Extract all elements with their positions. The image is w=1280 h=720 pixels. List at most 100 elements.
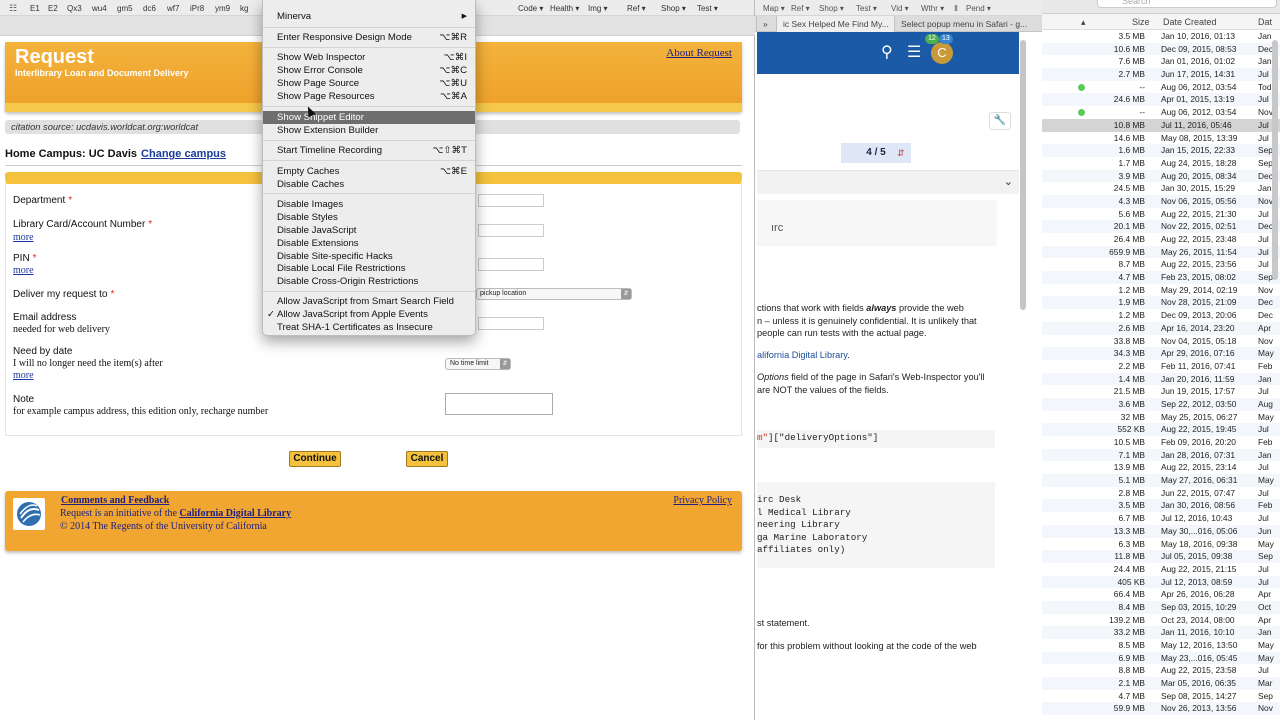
comments-feedback-link[interactable]: Comments and Feedback — [61, 495, 169, 506]
cdl-footer-link[interactable]: California Digital Library — [179, 508, 291, 519]
bookmark-item[interactable]: Map ▾ — [763, 4, 785, 13]
menu-item-disable-local-file-restrictions[interactable]: Disable Local File Restrictions — [263, 262, 475, 275]
menu-item-show-error-console[interactable]: Show Error Console ⌥⌘C — [263, 64, 475, 77]
file-row[interactable]: 1.6 MB Jan 15, 2015, 22:33 Sep — [1041, 144, 1280, 157]
wrench-icon[interactable]: 🔧 — [989, 112, 1011, 130]
bookmark-item[interactable]: Code ▾ — [518, 4, 543, 13]
file-row[interactable]: 4.7 MB Feb 23, 2015, 08:02 Sep — [1041, 271, 1280, 284]
file-row[interactable]: 66.4 MB Apr 26, 2016, 06:28 Apr — [1041, 588, 1280, 601]
bookmark-item[interactable]: dc6 — [143, 4, 156, 13]
library-card-input[interactable] — [478, 224, 544, 237]
bookmark-item[interactable]: Ⅱ — [954, 4, 958, 13]
file-row[interactable]: 3.6 MB Sep 22, 2012, 03:50 Aug — [1041, 397, 1280, 411]
tab-select-popup[interactable]: Select popup menu in Safari - g... — [894, 16, 1044, 32]
file-row[interactable]: 10.8 MB Jul 11, 2016, 05:46 Jul — [1041, 118, 1280, 132]
menu-item-treat-sha-1-certificates-as-insecure[interactable]: Treat SHA-1 Certificates as Insecure — [263, 321, 475, 334]
file-row[interactable]: 14.6 MB May 08, 2015, 13:39 Jul — [1041, 132, 1280, 145]
menu-item-show-page-source[interactable]: Show Page Source ⌥⌘U — [263, 77, 475, 90]
note-textarea[interactable] — [445, 393, 553, 415]
file-row[interactable]: 7.1 MB Jan 28, 2016, 07:31 Jan — [1041, 448, 1280, 462]
bookmark-item[interactable]: kg — [240, 4, 248, 13]
file-row[interactable]: 8.4 MB Sep 03, 2015, 10:29 Oct — [1041, 600, 1280, 614]
file-row[interactable]: 8.5 MB May 12, 2016, 13:50 May — [1041, 639, 1280, 652]
file-row[interactable]: 2.7 MB Jun 17, 2015, 14:31 Jul — [1041, 68, 1280, 81]
deliver-select[interactable]: pickup location ⇵ — [476, 288, 632, 300]
bookmark-item[interactable]: wf7 — [167, 4, 179, 13]
grid-icon[interactable]: ☷ — [9, 3, 17, 14]
file-row[interactable]: 4.3 MB Nov 06, 2015, 05:56 Nov — [1041, 194, 1280, 208]
file-row[interactable]: 24.6 MB Apr 01, 2015, 13:19 Jul — [1041, 93, 1280, 107]
sort-arrow-icon[interactable]: ▴ — [1081, 17, 1086, 28]
pin-more-link[interactable]: more — [13, 265, 34, 276]
bookmark-item[interactable]: E1 — [30, 4, 40, 13]
file-row[interactable]: 5.6 MB Aug 22, 2015, 21:30 Jul — [1041, 208, 1280, 221]
finder-search-input[interactable]: Search — [1097, 0, 1277, 8]
bookmark-item[interactable]: Qx3 — [67, 4, 82, 13]
file-row[interactable]: 11.8 MB Jul 05, 2015, 09:38 Sep — [1041, 550, 1280, 563]
file-row[interactable]: 8.7 MB Aug 22, 2015, 23:56 Jul — [1041, 258, 1280, 271]
menu-item-start-timeline-recording[interactable]: Start Timeline Recording ⌥⇧⌘T — [263, 144, 475, 157]
file-row[interactable]: 59.9 MB Nov 26, 2013, 13:56 Nov — [1041, 702, 1280, 716]
bookmark-item[interactable]: gm5 — [117, 4, 133, 13]
bookmark-item[interactable]: Ref ▾ — [791, 4, 810, 13]
continue-button[interactable]: Continue — [289, 451, 341, 467]
menu-item-enter-responsive-design-mode[interactable]: Enter Responsive Design Mode ⌥⌘R — [263, 31, 475, 44]
file-row[interactable]: 6.3 MB May 18, 2016, 09:38 May — [1041, 538, 1280, 551]
file-row[interactable]: 6.7 MB Jul 12, 2016, 10:43 Jul — [1041, 512, 1280, 525]
column-date-modified[interactable]: Dat — [1258, 17, 1272, 27]
file-row[interactable]: 13.9 MB Aug 22, 2015, 23:14 Jul — [1041, 461, 1280, 474]
column-size[interactable]: Size — [1132, 17, 1150, 27]
menu-item-disable-images[interactable]: Disable Images — [263, 198, 475, 211]
file-row[interactable]: 659.9 MB May 26, 2015, 11:54 Jul — [1041, 245, 1280, 259]
menu-item-minerva[interactable]: Minerva ▶ — [263, 10, 475, 23]
collapsible-section[interactable]: ⌄ — [757, 170, 1019, 194]
file-row[interactable]: 552 KB Aug 22, 2015, 19:45 Jul — [1041, 423, 1280, 436]
pin-input[interactable] — [478, 258, 544, 271]
file-row[interactable]: 24.4 MB Aug 22, 2015, 21:15 Jul — [1041, 563, 1280, 576]
menu-item-show-web-inspector[interactable]: Show Web Inspector ⌥⌘I — [263, 51, 475, 64]
menu-item-empty-caches[interactable]: Empty Caches ⌥⌘E — [263, 165, 475, 178]
menu-item-allow-javascript-from-smart-search-field[interactable]: Allow JavaScript from Smart Search Field — [263, 295, 475, 308]
file-row[interactable]: 405 KB Jul 12, 2013, 08:59 Jul — [1041, 575, 1280, 589]
menu-item-disable-extensions[interactable]: Disable Extensions — [263, 237, 475, 250]
file-row[interactable]: 10.6 MB Dec 09, 2015, 08:53 Dec — [1041, 42, 1280, 56]
file-row[interactable]: 3.9 MB Aug 20, 2015, 08:34 Dec — [1041, 169, 1280, 183]
bookmark-item[interactable]: E2 — [48, 4, 58, 13]
privacy-policy-link[interactable]: Privacy Policy — [673, 495, 732, 506]
menu-hamburger-icon[interactable]: ☰ — [907, 42, 921, 62]
file-row[interactable]: 26.4 MB Aug 22, 2015, 23:48 Jul — [1041, 233, 1280, 246]
bookmark-item[interactable]: Test ▾ — [856, 4, 877, 13]
bookmark-item[interactable]: Pend ▾ — [966, 4, 991, 13]
cancel-button[interactable]: Cancel — [406, 451, 448, 467]
file-row[interactable]: 2.8 MB Jun 22, 2015, 07:47 Jul — [1041, 487, 1280, 500]
file-row[interactable]: 21.5 MB Jun 19, 2015, 17:57 Jul — [1041, 385, 1280, 398]
file-row[interactable]: 33.8 MB Nov 04, 2015, 05:18 Nov — [1041, 335, 1280, 348]
bookmark-item[interactable]: Img ▾ — [588, 4, 608, 13]
chevron-down-icon[interactable]: ⌄ — [1004, 175, 1013, 188]
finder-scrollbar[interactable] — [1272, 40, 1278, 280]
search-icon[interactable]: ⚲ — [881, 42, 893, 62]
file-row[interactable]: 5.1 MB May 27, 2016, 06:31 May — [1041, 474, 1280, 487]
file-row[interactable]: 3.5 MB Jan 10, 2016, 01:13 Jan — [1041, 30, 1280, 43]
file-row[interactable]: 2.2 MB Feb 11, 2016, 07:41 Feb — [1041, 360, 1280, 373]
menu-item-show-snippet-editor[interactable]: Show Snippet Editor — [263, 111, 475, 124]
file-row[interactable]: 2.1 MB Mar 05, 2016, 06:35 Mar — [1041, 677, 1280, 690]
change-campus-link[interactable]: Change campus — [141, 148, 226, 160]
file-row[interactable]: 24.5 MB Jan 30, 2015, 15:29 Jan — [1041, 182, 1280, 195]
file-row[interactable]: -- Aug 06, 2012, 03:54 Tod — [1041, 81, 1280, 94]
email-input[interactable] — [478, 317, 544, 330]
file-row[interactable]: 33.2 MB Jan 11, 2016, 10:10 Jan — [1041, 626, 1280, 639]
file-row[interactable]: 1.7 MB Aug 24, 2015, 18:28 Sep — [1041, 157, 1280, 170]
file-row[interactable]: 1.4 MB Jan 20, 2016, 11:59 Jan — [1041, 372, 1280, 386]
bookmark-item[interactable]: ym9 — [215, 4, 230, 13]
time-limit-select[interactable]: No time limit ⇵ — [445, 358, 511, 370]
department-input[interactable] — [478, 194, 544, 207]
bookmark-item[interactable]: wu4 — [92, 4, 107, 13]
cdl-link[interactable]: alifornia Digital Library — [757, 350, 847, 360]
menu-item-disable-caches[interactable]: Disable Caches — [263, 178, 475, 191]
file-row[interactable]: 1.9 MB Nov 28, 2015, 21:09 Dec — [1041, 296, 1280, 310]
pager-stepper-icon[interactable]: ⇵ — [897, 143, 905, 163]
bookmark-item[interactable]: iPr8 — [190, 4, 204, 13]
bookmark-item[interactable]: Vid ▾ — [891, 4, 909, 13]
menu-item-show-page-resources[interactable]: Show Page Resources ⌥⌘A — [263, 90, 475, 103]
